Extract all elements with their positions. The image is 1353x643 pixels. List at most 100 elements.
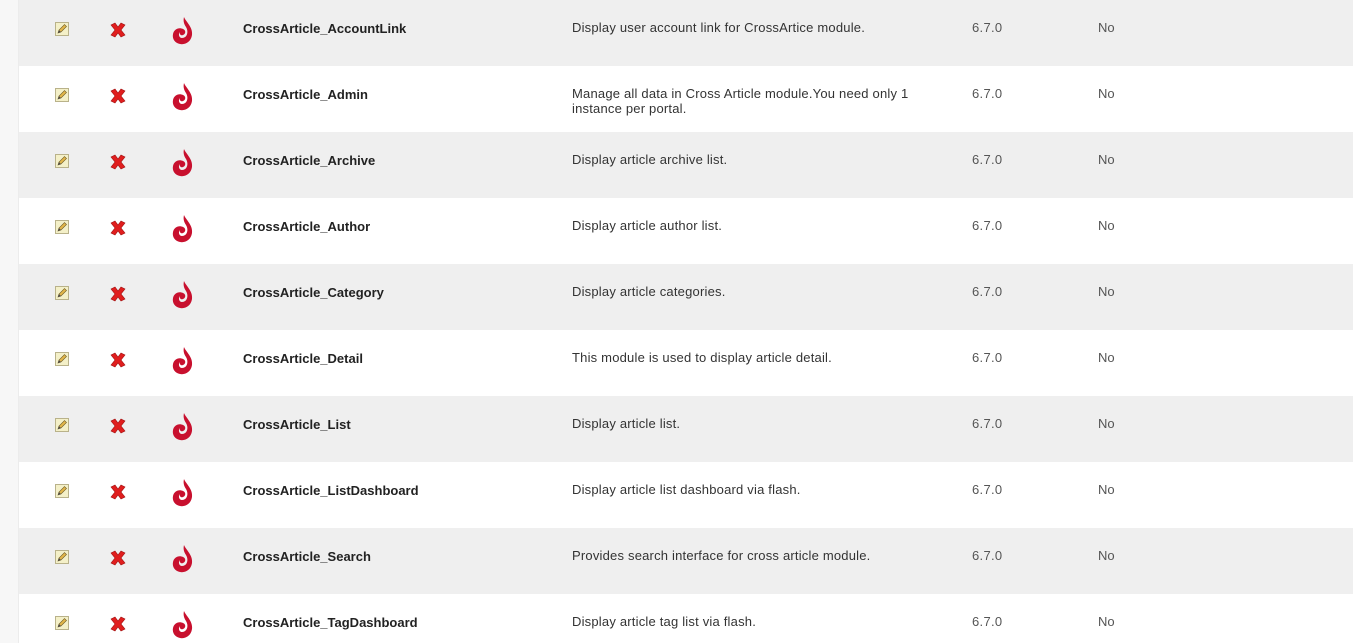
pencil-edit-icon: [55, 154, 69, 168]
dotnetnuke-logo-icon: [172, 281, 193, 309]
module-version: 6.7.0: [972, 20, 1003, 35]
edit-button[interactable]: [55, 484, 69, 501]
module-premium: No: [1098, 86, 1115, 101]
delete-x-icon: [110, 484, 126, 500]
edit-button[interactable]: [55, 352, 69, 369]
dotnetnuke-logo-icon: [172, 611, 193, 639]
module-name-link[interactable]: CrossArticle_List: [243, 417, 351, 432]
module-logo: [171, 82, 195, 115]
table-row: CrossArticle_List Display article list. …: [19, 396, 1353, 462]
table-row: CrossArticle_Archive Display article arc…: [19, 132, 1353, 198]
table-row: CrossArticle_Admin Manage all data in Cr…: [19, 66, 1353, 132]
dotnetnuke-logo-icon: [172, 83, 193, 111]
edit-button[interactable]: [55, 220, 69, 237]
delete-button[interactable]: [109, 22, 127, 41]
edit-button[interactable]: [55, 22, 69, 39]
module-version: 6.7.0: [972, 218, 1003, 233]
left-rail: [0, 0, 19, 643]
module-description: This module is used to display article d…: [572, 350, 832, 365]
module-name-link[interactable]: CrossArticle_Search: [243, 549, 371, 564]
edit-button[interactable]: [55, 616, 69, 633]
table-row: CrossArticle_Category Display article ca…: [19, 264, 1353, 330]
module-description: Manage all data in Cross Article module.…: [572, 86, 909, 116]
module-premium: No: [1098, 284, 1115, 299]
delete-x-icon: [110, 550, 126, 566]
edit-button[interactable]: [55, 88, 69, 105]
module-description: Provides search interface for cross arti…: [572, 548, 871, 563]
pencil-edit-icon: [55, 22, 69, 36]
module-logo: [171, 148, 195, 181]
module-premium: No: [1098, 416, 1115, 431]
module-description: Display article tag list via flash.: [572, 614, 757, 629]
module-name-link[interactable]: CrossArticle_Archive: [243, 153, 375, 168]
table-row: CrossArticle_Detail This module is used …: [19, 330, 1353, 396]
module-premium: No: [1098, 548, 1115, 563]
module-name-link[interactable]: CrossArticle_TagDashboard: [243, 615, 418, 630]
delete-button[interactable]: [109, 418, 127, 437]
module-version: 6.7.0: [972, 86, 1003, 101]
delete-button[interactable]: [109, 616, 127, 635]
delete-button[interactable]: [109, 352, 127, 371]
module-logo: [171, 478, 195, 511]
module-version: 6.7.0: [972, 350, 1003, 365]
module-premium: No: [1098, 614, 1115, 629]
module-version: 6.7.0: [972, 152, 1003, 167]
module-logo: [171, 280, 195, 313]
delete-button[interactable]: [109, 550, 127, 569]
module-logo: [171, 610, 195, 643]
delete-x-icon: [110, 616, 126, 632]
module-name-link[interactable]: CrossArticle_AccountLink: [243, 21, 406, 36]
module-name-link[interactable]: CrossArticle_Detail: [243, 351, 363, 366]
delete-x-icon: [110, 154, 126, 170]
pencil-edit-icon: [55, 88, 69, 102]
module-premium: No: [1098, 218, 1115, 233]
edit-button[interactable]: [55, 418, 69, 435]
pencil-edit-icon: [55, 418, 69, 432]
module-premium: No: [1098, 20, 1115, 35]
module-description: Display article categories.: [572, 284, 726, 299]
dotnetnuke-logo-icon: [172, 479, 193, 507]
module-premium: No: [1098, 482, 1115, 497]
delete-button[interactable]: [109, 154, 127, 173]
delete-button[interactable]: [109, 88, 127, 107]
module-version: 6.7.0: [972, 548, 1003, 563]
table-row: CrossArticle_Author Display article auth…: [19, 198, 1353, 264]
module-name-link[interactable]: CrossArticle_Category: [243, 285, 384, 300]
module-description: Display article list.: [572, 416, 681, 431]
module-premium: No: [1098, 152, 1115, 167]
edit-button[interactable]: [55, 550, 69, 567]
module-logo: [171, 16, 195, 49]
delete-x-icon: [110, 220, 126, 236]
dotnetnuke-logo-icon: [172, 215, 193, 243]
pencil-edit-icon: [55, 550, 69, 564]
delete-x-icon: [110, 352, 126, 368]
delete-button[interactable]: [109, 286, 127, 305]
dotnetnuke-logo-icon: [172, 347, 193, 375]
delete-x-icon: [110, 418, 126, 434]
module-logo: [171, 544, 195, 577]
pencil-edit-icon: [55, 220, 69, 234]
pencil-edit-icon: [55, 484, 69, 498]
delete-button[interactable]: [109, 220, 127, 239]
dotnetnuke-logo-icon: [172, 413, 193, 441]
edit-button[interactable]: [55, 286, 69, 303]
delete-x-icon: [110, 22, 126, 38]
delete-button[interactable]: [109, 484, 127, 503]
module-name-link[interactable]: CrossArticle_ListDashboard: [243, 483, 419, 498]
module-definitions-page: CrossArticle_AccountLink Display user ac…: [0, 0, 1353, 643]
module-logo: [171, 214, 195, 247]
dotnetnuke-logo-icon: [172, 17, 193, 45]
module-logo: [171, 346, 195, 379]
delete-x-icon: [110, 88, 126, 104]
module-table: CrossArticle_AccountLink Display user ac…: [19, 0, 1353, 643]
module-name-link[interactable]: CrossArticle_Admin: [243, 87, 368, 102]
module-version: 6.7.0: [972, 416, 1003, 431]
module-name-link[interactable]: CrossArticle_Author: [243, 219, 370, 234]
pencil-edit-icon: [55, 286, 69, 300]
edit-button[interactable]: [55, 154, 69, 171]
module-version: 6.7.0: [972, 614, 1003, 629]
dotnetnuke-logo-icon: [172, 149, 193, 177]
delete-x-icon: [110, 286, 126, 302]
module-version: 6.7.0: [972, 482, 1003, 497]
module-description: Display article list dashboard via flash…: [572, 482, 801, 497]
